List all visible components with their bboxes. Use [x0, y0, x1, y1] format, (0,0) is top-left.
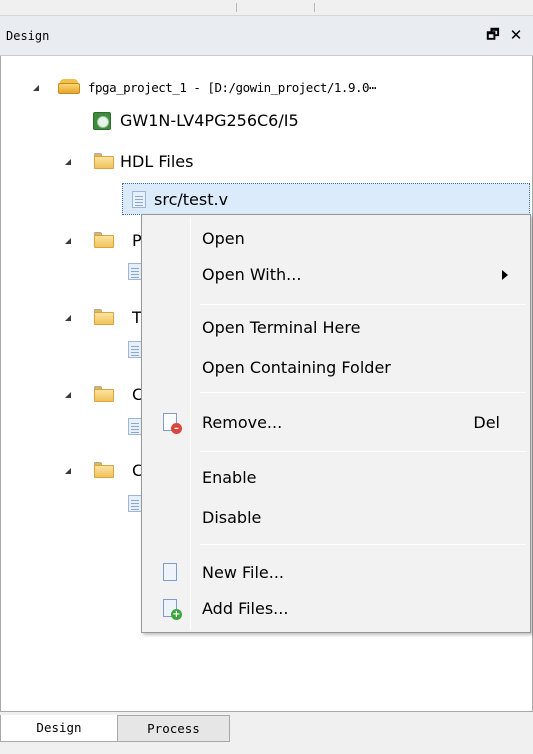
folder-icon: [94, 386, 114, 402]
menu-item-disable[interactable]: Disable: [142, 503, 530, 533]
file-icon: [128, 495, 142, 512]
menu-item-add-files[interactable]: + Add Files...: [142, 594, 530, 624]
menu-item-label: Open Containing Folder: [202, 358, 391, 377]
menu-item-open[interactable]: Open: [142, 224, 530, 254]
menu-item-label: Add Files...: [202, 599, 289, 618]
file-icon: [132, 191, 146, 208]
submenu-arrow-icon: [502, 270, 508, 280]
menu-item-open-with[interactable]: Open With...: [142, 260, 530, 290]
menu-item-new-file[interactable]: New File...: [142, 558, 530, 588]
toolbar-separator: [236, 3, 237, 12]
tree-item-folder-c2[interactable]: C: [0, 459, 145, 483]
panel-tab-bar: Design Process: [0, 712, 533, 754]
tree-item-folder-p[interactable]: P: [0, 229, 145, 253]
folder-label: HDL Files: [120, 152, 194, 171]
tree-item-folder-c1[interactable]: C: [0, 383, 145, 407]
menu-item-label: Enable: [202, 468, 257, 487]
project-icon: [58, 79, 80, 95]
expand-arrow-icon[interactable]: [65, 315, 71, 321]
project-label: fpga_project_1 - [D:/gowin_project/1.9.0…: [88, 80, 377, 95]
menu-item-label: Open Terminal Here: [202, 318, 361, 337]
menu-item-label: Remove...: [202, 413, 283, 432]
expand-arrow-icon[interactable]: [33, 85, 39, 91]
file-icon: [128, 418, 142, 435]
tree-item-device[interactable]: GW1N-LV4PG256C6/I5: [0, 109, 533, 133]
folder-icon: [94, 232, 114, 248]
expand-arrow-icon[interactable]: [65, 238, 71, 244]
menu-item-enable[interactable]: Enable: [142, 463, 530, 493]
folder-icon: [94, 309, 114, 325]
menu-separator: [200, 392, 526, 393]
remove-file-icon: –: [163, 413, 182, 434]
expand-arrow-icon[interactable]: [65, 468, 71, 474]
tree-item-file-test[interactable]: src/test.v: [0, 188, 533, 212]
add-files-icon: +: [163, 599, 182, 620]
context-menu: Open Open With... Open Terminal Here Ope…: [141, 214, 531, 633]
menu-item-open-containing-folder[interactable]: Open Containing Folder: [142, 353, 530, 383]
new-file-icon: [163, 563, 177, 581]
menu-item-label: Disable: [202, 508, 262, 527]
tree-item-folder-hdl[interactable]: HDL Files: [0, 150, 533, 174]
toolbar-strip: [0, 0, 533, 16]
tree-item-folder-t[interactable]: T: [0, 306, 145, 330]
menu-item-label: Open With...: [202, 265, 302, 284]
tab-design[interactable]: Design: [0, 715, 118, 742]
menu-item-open-terminal[interactable]: Open Terminal Here: [142, 313, 530, 343]
folder-icon: [94, 153, 114, 169]
menu-item-shortcut: Del: [473, 413, 500, 432]
close-icon[interactable]: ✕: [507, 26, 525, 44]
panel-titlebar: Design 🗗 ✕: [0, 16, 533, 56]
file-icon: [128, 341, 142, 358]
folder-icon: [94, 462, 114, 478]
menu-item-label: New File...: [202, 563, 285, 582]
menu-separator: [200, 544, 526, 545]
file-icon: [128, 263, 142, 280]
menu-separator: [200, 451, 526, 452]
expand-arrow-icon[interactable]: [65, 392, 71, 398]
panel-title: Design: [6, 29, 50, 43]
toolbar-separator: [314, 3, 315, 12]
expand-arrow-icon[interactable]: [65, 159, 71, 165]
device-chip-icon: [93, 112, 111, 130]
tab-process[interactable]: Process: [117, 715, 230, 742]
menu-item-remove[interactable]: – Remove... Del: [142, 408, 530, 438]
file-label: src/test.v: [154, 190, 229, 209]
menu-item-label: Open: [202, 229, 245, 248]
tree-item-project[interactable]: fpga_project_1 - [D:/gowin_project/1.9.0…: [0, 76, 533, 100]
device-label: GW1N-LV4PG256C6/I5: [120, 111, 299, 130]
float-window-icon[interactable]: 🗗: [484, 26, 502, 44]
menu-separator: [200, 304, 526, 305]
